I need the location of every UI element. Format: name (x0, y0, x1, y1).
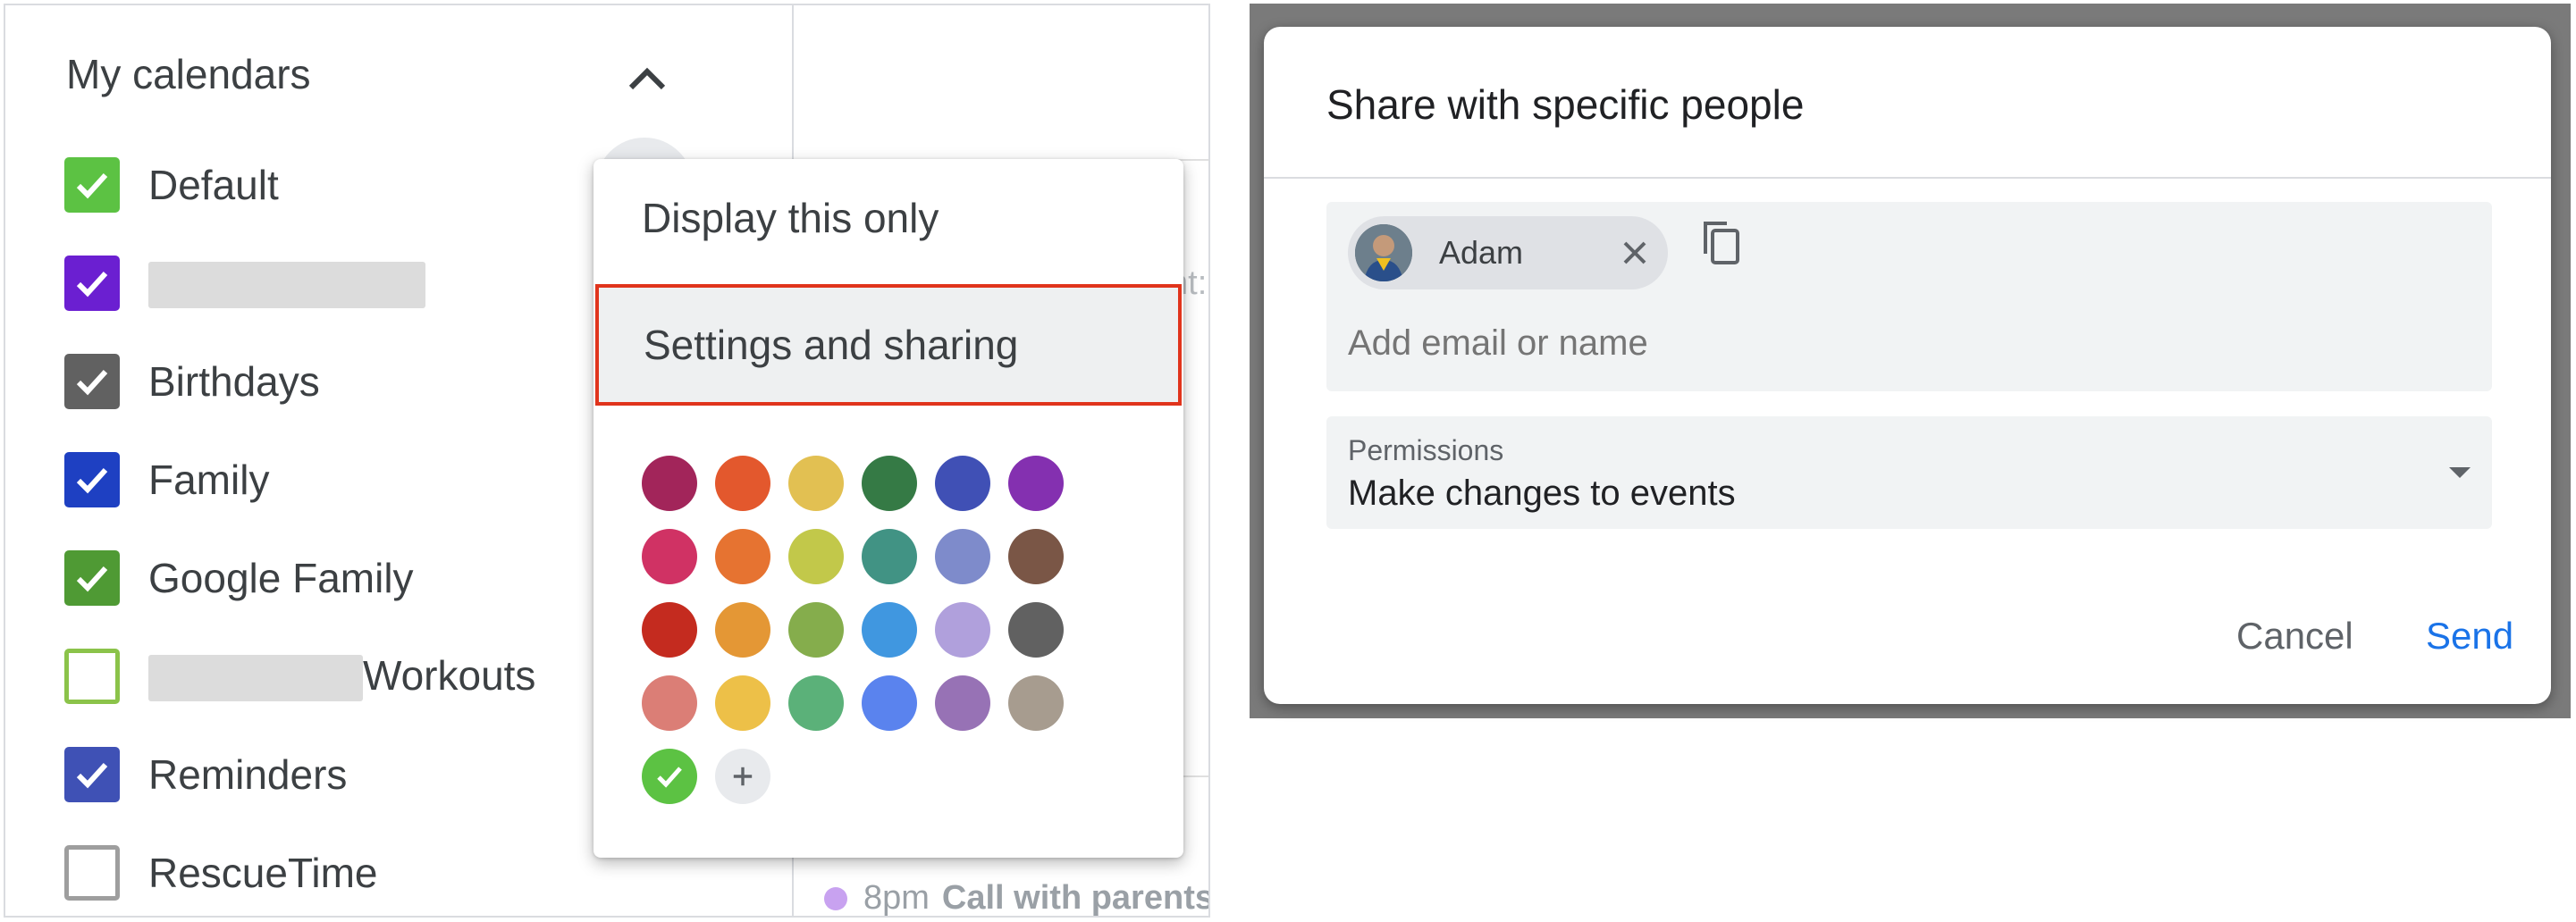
color-swatch[interactable] (642, 456, 697, 511)
color-swatch[interactable] (1008, 456, 1064, 511)
people-input-box[interactable]: Adam (1326, 202, 2492, 391)
color-swatch[interactable] (862, 456, 917, 511)
permissions-label: Permissions (1348, 434, 1504, 466)
color-swatch[interactable] (1008, 529, 1064, 584)
color-swatch[interactable] (788, 456, 844, 511)
color-swatch[interactable] (862, 529, 917, 584)
calendar-label-text: Family (148, 457, 270, 503)
calendar-label: Default (148, 161, 279, 209)
copy-icon[interactable] (1695, 214, 1745, 268)
check-icon (76, 762, 108, 789)
calendar-checkbox[interactable] (64, 747, 120, 802)
color-swatch-selected[interactable] (642, 749, 697, 804)
check-icon (76, 271, 108, 298)
check-icon (76, 172, 108, 199)
calendar-options-menu: Display this only Settings and sharing (593, 159, 1183, 858)
calendar-sidebar-panel: nt: i My calendars DefaultBirthdaysFamil… (4, 4, 1210, 918)
color-swatch[interactable] (1008, 675, 1064, 731)
dialog-title: Share with specific people (1326, 81, 1805, 128)
calendar-label-text: Default (148, 162, 279, 208)
color-swatch[interactable] (715, 602, 770, 658)
color-swatch[interactable] (935, 529, 990, 584)
color-swatch[interactable] (715, 675, 770, 731)
check-icon (76, 467, 108, 494)
permissions-select[interactable]: Permissions Make changes to events (1326, 416, 2492, 529)
color-swatch[interactable] (862, 675, 917, 731)
close-icon[interactable] (1618, 236, 1652, 270)
calendar-item[interactable]: Birthdays (64, 350, 320, 413)
color-swatch[interactable] (788, 602, 844, 658)
color-swatch[interactable] (935, 675, 990, 731)
color-swatch[interactable] (788, 675, 844, 731)
calendar-item[interactable]: Google Family (64, 547, 414, 609)
calendar-checkbox[interactable] (64, 157, 120, 213)
event-time: 8pm (863, 879, 930, 917)
calendar-label (148, 258, 425, 309)
calendar-label: Reminders (148, 750, 347, 799)
add-email-input[interactable] (1348, 323, 2420, 364)
calendar-item[interactable]: Family (64, 448, 269, 511)
calendar-label-text: Reminders (148, 751, 348, 798)
menu-item-label: Display this only (642, 195, 939, 241)
calendar-checkbox[interactable] (64, 256, 120, 311)
calendar-label: Google Family (148, 554, 414, 602)
calendar-label-text: Workouts (363, 651, 536, 699)
calendar-label: Workouts (148, 651, 535, 702)
check-icon (76, 369, 108, 396)
calendar-label: Family (148, 456, 269, 504)
color-swatch[interactable] (642, 675, 697, 731)
share-dialog-backdrop: Share with specific people Adam Add emai… (1250, 4, 2571, 718)
color-swatch[interactable] (862, 602, 917, 658)
redacted-text (148, 262, 425, 309)
calendar-label-text: Birthdays (148, 358, 320, 405)
calendar-item[interactable] (64, 252, 425, 314)
event-title: Call with parents (941, 879, 1210, 917)
check-icon (76, 566, 108, 592)
calendar-label: RescueTime (148, 849, 377, 897)
person-name: Adam (1439, 234, 1524, 271)
menu-item-display-this-only[interactable]: Display this only (593, 159, 1183, 277)
color-swatch[interactable] (788, 529, 844, 584)
event-color-dot (824, 886, 847, 910)
cancel-button[interactable]: Cancel (2236, 615, 2353, 658)
color-swatch[interactable] (1008, 602, 1064, 658)
menu-item-settings-and-sharing[interactable]: Settings and sharing (595, 284, 1182, 406)
color-swatch[interactable] (935, 456, 990, 511)
my-calendars-title: My calendars (66, 51, 311, 97)
add-color-button[interactable] (715, 749, 770, 804)
calendar-checkbox[interactable] (64, 452, 120, 507)
divider (1264, 177, 2551, 179)
calendar-label-text: RescueTime (148, 850, 378, 896)
color-swatch[interactable] (715, 456, 770, 511)
color-swatch[interactable] (935, 602, 990, 658)
color-swatch[interactable] (642, 602, 697, 658)
share-dialog: Share with specific people Adam Add emai… (1264, 27, 2551, 704)
menu-item-label: Settings and sharing (644, 322, 1019, 368)
chevron-up-icon[interactable] (620, 61, 674, 96)
send-button[interactable]: Send (2426, 615, 2513, 658)
calendar-event[interactable]: 8pm Call with parents (824, 879, 1210, 917)
permissions-value: Make changes to events (1348, 474, 1736, 513)
calendar-checkbox[interactable] (64, 649, 120, 704)
calendar-label: Birthdays (148, 357, 320, 406)
person-chip[interactable]: Adam (1348, 216, 1668, 289)
calendar-item[interactable]: Default (64, 154, 279, 216)
plus-icon (733, 767, 753, 786)
check-icon (657, 767, 682, 788)
calendar-item[interactable]: Workouts (64, 645, 535, 708)
calendar-label-text: Google Family (148, 555, 414, 601)
calendar-item[interactable]: Reminders (64, 743, 347, 806)
color-swatch[interactable] (642, 529, 697, 584)
color-swatch[interactable] (715, 529, 770, 584)
dropdown-arrow-icon (2449, 467, 2471, 478)
redacted-text (148, 655, 363, 702)
calendar-checkbox[interactable] (64, 550, 120, 606)
calendar-item[interactable]: RescueTime (64, 842, 377, 904)
avatar (1355, 224, 1412, 281)
calendar-checkbox[interactable] (64, 845, 120, 901)
calendar-checkbox[interactable] (64, 354, 120, 409)
